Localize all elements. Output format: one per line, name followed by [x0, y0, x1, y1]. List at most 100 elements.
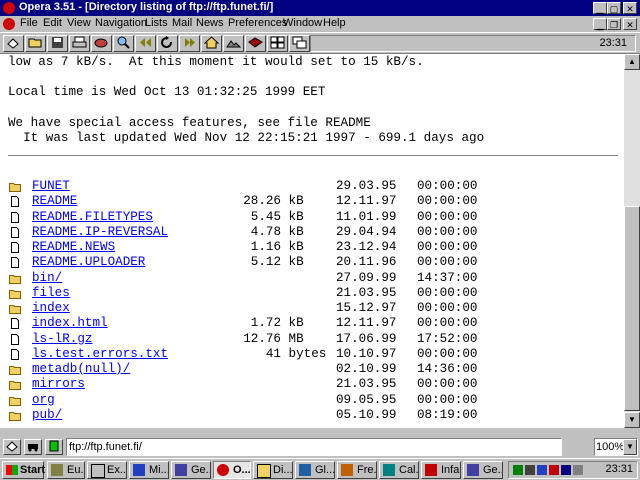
- task-button[interactable]: Di...: [253, 461, 293, 479]
- menu-window[interactable]: Window: [283, 17, 322, 29]
- doc-restore-button[interactable]: ❐: [607, 18, 621, 30]
- tray-icon[interactable]: [513, 465, 523, 475]
- doc-minimize-button[interactable]: ▁: [593, 18, 607, 30]
- task-button[interactable]: Ex...: [87, 461, 127, 479]
- task-button[interactable]: Fre...: [337, 461, 377, 479]
- menu-preferences[interactable]: Preferences: [228, 17, 287, 29]
- hotlist-icon[interactable]: [91, 35, 112, 52]
- cascade-icon[interactable]: [289, 35, 310, 52]
- open-window-icon[interactable]: [3, 35, 24, 52]
- reload-icon[interactable]: [157, 35, 178, 52]
- chevron-down-icon[interactable]: ▼: [623, 439, 637, 455]
- listing-link[interactable]: pub/: [32, 408, 62, 422]
- file-icon: [9, 348, 21, 360]
- task-button[interactable]: Ge...: [463, 461, 503, 479]
- open-folder-icon[interactable]: [25, 35, 46, 52]
- tray-icon[interactable]: [537, 465, 547, 475]
- file-icon: [9, 333, 21, 345]
- listing-link[interactable]: README.UPLOADER: [32, 255, 145, 269]
- task-button[interactable]: Cal...: [379, 461, 419, 479]
- menu-navigation[interactable]: Navigation: [95, 17, 147, 29]
- file-icon: [9, 211, 21, 223]
- listing-link[interactable]: index.html: [32, 316, 108, 330]
- menu-lists[interactable]: Lists: [145, 17, 168, 29]
- opera-icon[interactable]: [3, 2, 15, 14]
- scroll-down-arrow-icon[interactable]: ▼: [624, 412, 640, 428]
- task-button-active[interactable]: O...: [213, 461, 251, 479]
- vertical-scrollbar[interactable]: ▲ ▼: [624, 54, 640, 428]
- page-content[interactable]: low as 7 kB/s. At this moment it would s…: [0, 54, 624, 428]
- listing-row: org 09.05.95 00:00:00: [0, 393, 624, 408]
- listing-link[interactable]: README: [32, 194, 77, 208]
- listing-link[interactable]: ls.test.errors.txt: [32, 347, 168, 361]
- find-icon[interactable]: [113, 35, 134, 52]
- menu-help[interactable]: Help: [323, 17, 346, 29]
- forward-icon[interactable]: [179, 35, 200, 52]
- listing-row: README.FILETYPES 5.45 kB 11.01.99 00:00:00: [0, 210, 624, 225]
- menu-mail[interactable]: Mail: [172, 17, 192, 29]
- menu-view[interactable]: View: [67, 17, 91, 29]
- listing-time: 00:00:00: [417, 285, 478, 300]
- listing-size: 4.78 kB: [250, 224, 304, 239]
- listing-time: 00:00:00: [417, 240, 478, 254]
- scroll-thumb[interactable]: [624, 206, 640, 411]
- close-button[interactable]: ✕: [623, 2, 637, 14]
- address-page-icon[interactable]: [45, 439, 63, 455]
- task-button[interactable]: Ge...: [171, 461, 211, 479]
- address-car-icon[interactable]: [24, 439, 42, 455]
- scroll-up-arrow-icon[interactable]: ▲: [624, 54, 640, 70]
- task-button[interactable]: Mi...: [129, 461, 169, 479]
- start-button[interactable]: Start: [2, 461, 45, 479]
- document-icon[interactable]: [3, 18, 15, 30]
- title-bar[interactable]: Opera 3.51 - [Directory listing of ftp:/…: [0, 0, 640, 16]
- minimize-button[interactable]: ▁: [593, 2, 607, 14]
- address-bar: ftp://ftp.funet.fi/ 100% ▼: [0, 436, 640, 458]
- listing-time: 08:19:00: [417, 407, 478, 422]
- task-button[interactable]: Gl...: [295, 461, 335, 479]
- listing-date: 02.10.99: [336, 362, 397, 376]
- tile-icon[interactable]: [267, 35, 288, 52]
- save-icon[interactable]: [47, 35, 68, 52]
- listing-link[interactable]: bin/: [32, 271, 62, 285]
- listing-link[interactable]: index: [32, 301, 70, 315]
- tray-icon[interactable]: [525, 465, 535, 475]
- listing-time: 14:37:00: [417, 270, 478, 285]
- menu-file[interactable]: File: [20, 17, 38, 29]
- tray-icon[interactable]: [561, 465, 571, 475]
- back-icon[interactable]: [135, 35, 156, 52]
- windows-logo-icon: [6, 465, 18, 475]
- folder-icon: [9, 410, 21, 421]
- url-field[interactable]: ftp://ftp.funet.fi/: [66, 438, 562, 456]
- listing-link[interactable]: README.FILETYPES: [32, 210, 153, 224]
- menu-edit[interactable]: Edit: [43, 17, 62, 29]
- address-back-icon[interactable]: [3, 439, 21, 455]
- tray-icon[interactable]: [549, 465, 559, 475]
- listing-link[interactable]: ls-lR.gz: [32, 332, 92, 346]
- listing-link[interactable]: files: [32, 286, 70, 300]
- menu-news[interactable]: News: [196, 17, 224, 29]
- task-button[interactable]: Eu...: [47, 461, 85, 479]
- listing-time: 00:00:00: [417, 316, 478, 331]
- speaker-icon[interactable]: [573, 465, 583, 475]
- listing-date: 21.03.95: [336, 285, 397, 300]
- page-text-line: low as 7 kB/s. At this moment it would s…: [8, 55, 424, 69]
- images-icon[interactable]: [223, 35, 244, 52]
- listing-row: FUNET 29.03.95 00:00:00: [0, 179, 624, 194]
- task-button[interactable]: Infa...: [421, 461, 461, 479]
- listing-row: ls.test.errors.txt 41 bytes 10.10.97 00:00:…: [0, 347, 624, 362]
- listing-link[interactable]: README.NEWS: [32, 240, 115, 254]
- file-icon: [9, 257, 21, 269]
- listing-link[interactable]: mirrors: [32, 377, 85, 391]
- mail-icon[interactable]: [245, 35, 266, 52]
- listing-size: 1.72 kB: [250, 316, 304, 331]
- print-icon[interactable]: [69, 35, 90, 52]
- app-icon: [51, 464, 63, 476]
- listing-link[interactable]: metadb(null)/: [32, 362, 130, 376]
- listing-link[interactable]: FUNET: [32, 179, 70, 193]
- doc-close-button[interactable]: ✕: [623, 18, 637, 30]
- maximize-button[interactable]: ▢: [607, 2, 621, 14]
- home-icon[interactable]: [201, 35, 222, 52]
- listing-link[interactable]: README.IP-REVERSAL: [32, 225, 168, 239]
- listing-link[interactable]: org: [32, 393, 55, 407]
- zoom-select[interactable]: 100% ▼: [594, 438, 638, 456]
